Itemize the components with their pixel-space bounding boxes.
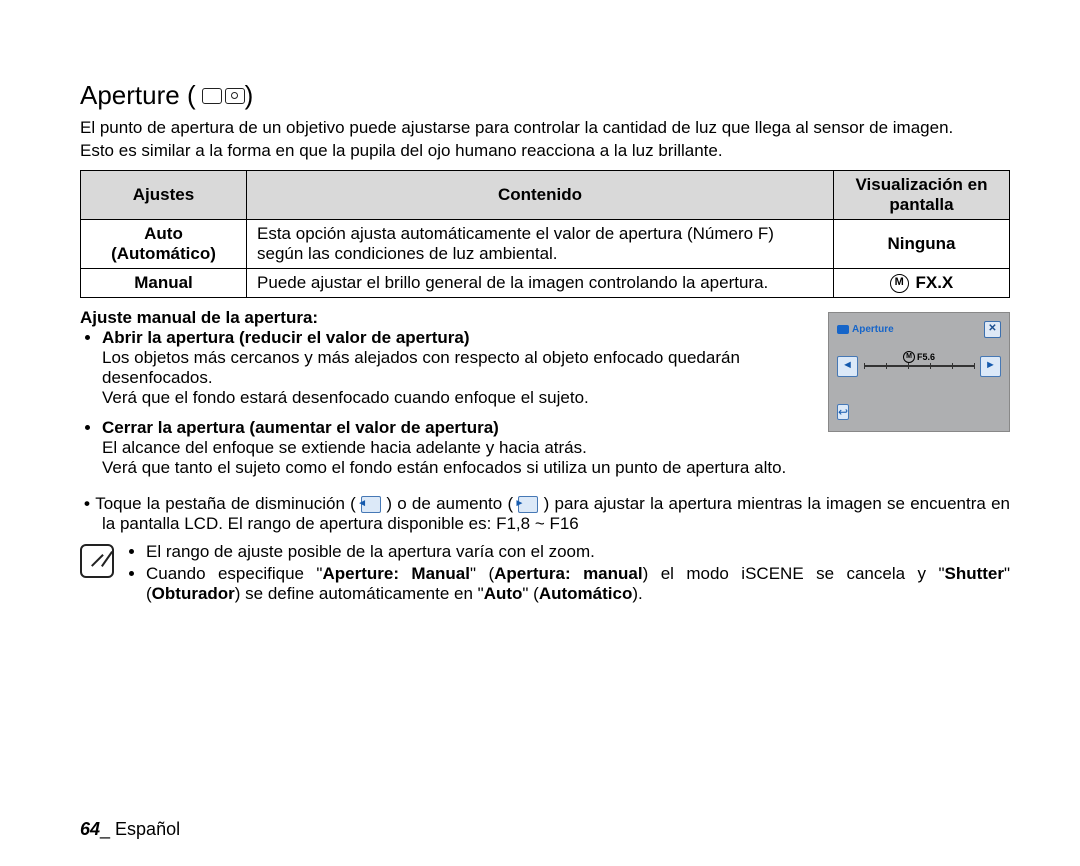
note-item-2: Cuando especifique "Aperture: Manual" (A… (146, 564, 1010, 604)
aperture-slider[interactable]: MF5.6 (864, 365, 974, 367)
note-icon (80, 544, 114, 578)
th-display: Visualización en pantalla (834, 170, 1010, 219)
manual-icon: M (890, 274, 909, 293)
cell-manual-display: M FX.X (834, 268, 1010, 297)
increase-button[interactable]: ► (980, 356, 1001, 377)
cell-manual-desc: Puede ajustar el brillo general de la im… (247, 268, 834, 297)
manual-adjust-title: Ajuste manual de la apertura: (80, 308, 814, 328)
intro-paragraph-1: El punto de apertura de un objetivo pued… (80, 117, 1010, 138)
mode-icons (202, 88, 245, 104)
settings-table: Ajustes Contenido Visualización en panta… (80, 170, 1010, 298)
decrease-button[interactable]: ◄ (837, 356, 858, 377)
tab-instruction: Toque la pestaña de disminución ( ◄ ) o … (102, 494, 1010, 534)
th-content: Contenido (247, 170, 834, 219)
photo-mode-icon (225, 88, 245, 104)
cell-auto: Auto(Automático) (81, 219, 247, 268)
note-box: El rango de ajuste posible de la apertur… (80, 542, 1010, 606)
cell-manual: Manual (81, 268, 247, 297)
page-lang: _ Español (100, 819, 180, 839)
note-item-1: El rango de ajuste posible de la apertur… (146, 542, 1010, 562)
figure-title: Aperture (837, 324, 894, 335)
aperture-screenshot: Aperture ✕ ◄ MF5.6 ► ↩ (828, 312, 1010, 432)
th-settings: Ajustes (81, 170, 247, 219)
close-aperture-item: Cerrar la apertura (aumentar el valor de… (102, 418, 814, 478)
intro-paragraph-2: Esto es similar a la forma en que la pup… (80, 140, 1010, 161)
video-mode-icon (202, 88, 222, 104)
cell-auto-display: Ninguna (834, 219, 1010, 268)
page-title: Aperture ( ) (80, 80, 1010, 111)
open-aperture-item: Abrir la apertura (reducir el valor de a… (102, 328, 814, 408)
table-row: Auto(Automático) Esta opción ajusta auto… (81, 219, 1010, 268)
close-icon[interactable]: ✕ (984, 321, 1001, 338)
title-text: Aperture ( (80, 80, 196, 111)
back-button[interactable]: ↩ (837, 404, 849, 420)
page-number: 64 (80, 819, 100, 839)
page-footer: 64_ Español (80, 819, 180, 840)
aperture-icon (837, 325, 849, 334)
cell-auto-desc: Esta opción ajusta automáticamente el va… (247, 219, 834, 268)
table-row: Manual Puede ajustar el brillo general d… (81, 268, 1010, 297)
title-close: ) (245, 80, 254, 111)
decrease-tab-icon: ◄ (361, 496, 381, 513)
increase-tab-icon: ► (518, 496, 538, 513)
